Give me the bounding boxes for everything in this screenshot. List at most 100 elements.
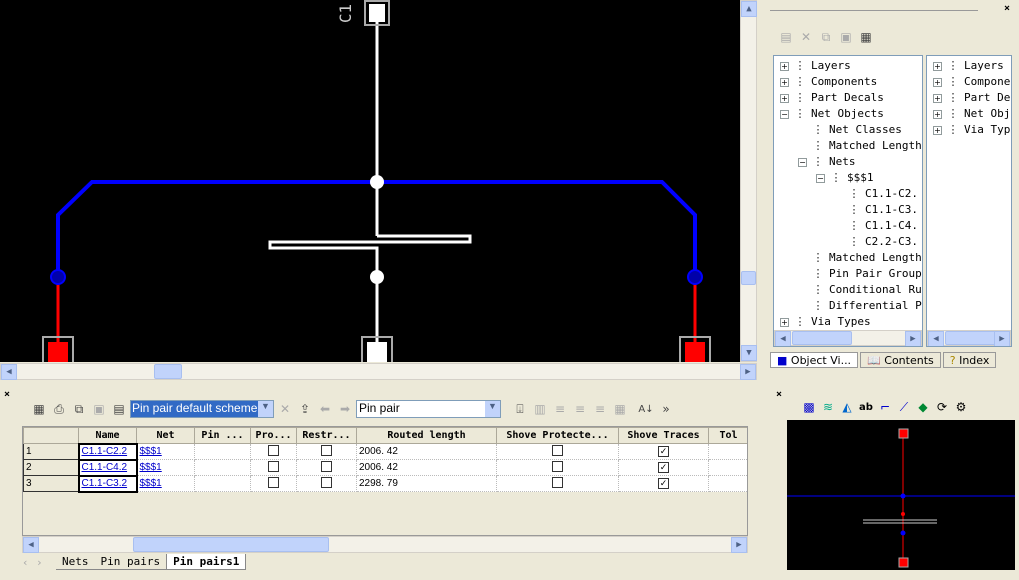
tree-item[interactable]: + ⋮ Net Obj: [933, 106, 1010, 122]
object-tree-secondary[interactable]: + ⋮ Layers + ⋮ Compone + ⋮ Part De + ⋮ Net Obj + ⋮ Via…: [926, 55, 1012, 347]
checkbox[interactable]: [268, 476, 279, 488]
checkbox[interactable]: [321, 476, 332, 488]
sheet-tab-nets[interactable]: Nets: [56, 554, 95, 570]
forward-arrow-icon[interactable]: ➡: [336, 400, 354, 418]
checkbox[interactable]: [552, 444, 563, 456]
tab-index[interactable]: ? Index: [942, 352, 997, 368]
paste-icon[interactable]: ▣: [90, 400, 108, 418]
sort-az-icon[interactable]: A↓: [637, 400, 655, 418]
table-row[interactable]: 2 C1.1-C4.2 $$$1 2006. 42 ✓: [23, 458, 747, 477]
properties-icon[interactable]: ▦: [30, 400, 48, 418]
expand-icon[interactable]: +: [780, 77, 789, 87]
zoom-fit-icon[interactable]: ▩: [800, 398, 818, 416]
expand-icon[interactable]: +: [933, 61, 942, 71]
expand-icon[interactable]: +: [933, 125, 942, 135]
diagonal-route-icon[interactable]: ⟋: [895, 398, 913, 416]
tree-item[interactable]: + ⋮ Via Types: [780, 314, 871, 330]
align-right-icon[interactable]: ≡: [591, 400, 609, 418]
collapse-icon[interactable]: −: [816, 173, 825, 183]
table-icon[interactable]: ▥: [531, 400, 549, 418]
checkbox[interactable]: [268, 444, 279, 456]
tab-scroll-right-icon[interactable]: ›: [36, 556, 56, 569]
spreadsheet-close-icon[interactable]: ×: [4, 389, 10, 400]
tree-item[interactable]: − ⋮ $$$1: [816, 170, 874, 186]
tree-item[interactable]: ⋮ Net Classes: [798, 122, 902, 138]
pin-pair-link[interactable]: C1.1-C3.2: [82, 478, 128, 489]
tree-hscrollbar[interactable]: ◀ ▶: [774, 330, 922, 346]
column-header[interactable]: Shove Protecte...: [496, 427, 619, 444]
object-tree[interactable]: + ⋮ Layers + ⋮ Components + ⋮ Part Decals − ⋮ Net O…: [773, 55, 923, 347]
tree-hscrollbar[interactable]: ◀ ▶: [927, 330, 1011, 346]
tree-item[interactable]: ⋮ C1.1-C3.: [834, 202, 918, 218]
layer-stack-icon[interactable]: ◆: [914, 398, 932, 416]
settings-icon[interactable]: ⚙: [952, 398, 970, 416]
align-center-icon[interactable]: ≡: [571, 400, 589, 418]
properties-icon[interactable]: ▦: [857, 28, 875, 46]
sheet-tab-pin-pairs[interactable]: Pin pairs: [94, 554, 167, 570]
tree-item[interactable]: ⋮ C1.1-C2.: [834, 186, 918, 202]
checkbox[interactable]: ✓: [658, 478, 669, 489]
tree-item[interactable]: − ⋮ Net Objects: [780, 106, 884, 122]
back-arrow-icon[interactable]: ⬅: [316, 400, 334, 418]
checkbox[interactable]: [268, 460, 279, 472]
expand-icon[interactable]: +: [933, 109, 942, 119]
print-icon[interactable]: ⎙: [50, 400, 68, 418]
pcb-canvas[interactable]: C1: [0, 0, 740, 368]
scheme-icon[interactable]: ▤: [110, 400, 128, 418]
copy-icon[interactable]: ⧉: [70, 400, 88, 418]
column-header[interactable]: Shove Traces: [618, 427, 709, 444]
column-header[interactable]: Name: [78, 427, 137, 444]
pin-pair-link[interactable]: C1.1-C2.2: [82, 446, 128, 457]
route-icon[interactable]: ⌐: [876, 398, 894, 416]
filter-icon[interactable]: ⍗: [511, 400, 529, 418]
column-header[interactable]: Pro...: [250, 427, 297, 444]
fill-icon[interactable]: ◭: [838, 398, 856, 416]
table-row[interactable]: 1 C1.1-C2.2 $$$1 2006. 42 ✓: [23, 442, 747, 461]
tree-item[interactable]: + ⋮ Part Decals: [780, 90, 884, 106]
scheme-select[interactable]: Pin pair default scheme ▼: [130, 400, 274, 418]
align-left-icon[interactable]: ≡: [551, 400, 569, 418]
grid-icon[interactable]: ▦: [611, 400, 629, 418]
tree-item[interactable]: + ⋮ Layers: [780, 58, 851, 74]
tab-object-view[interactable]: ■ Object Vi...: [770, 352, 859, 368]
tree-item[interactable]: + ⋮ Via Typ: [933, 122, 1010, 138]
expand-icon[interactable]: +: [933, 77, 942, 87]
tree-item[interactable]: + ⋮ Layers: [933, 58, 1004, 74]
column-header[interactable]: Restr...: [296, 427, 357, 444]
preview-close-icon[interactable]: ×: [776, 389, 782, 400]
paste-icon[interactable]: ▣: [837, 28, 855, 46]
object-type-select[interactable]: Pin pair ▼: [356, 400, 501, 418]
delete-icon[interactable]: ✕: [276, 400, 294, 418]
column-header[interactable]: [23, 427, 79, 444]
more-icon[interactable]: »: [657, 400, 675, 418]
tree-item[interactable]: ⋮ Matched Length: [798, 250, 922, 266]
pin-pair-link[interactable]: C1.1-C4.2: [82, 462, 128, 473]
tab-scroll-left-icon[interactable]: ‹: [22, 556, 36, 569]
table-row[interactable]: 3 C1.1-C3.2 $$$1 2298. 79 ✓: [23, 474, 747, 493]
tree-item[interactable]: + ⋮ Compone: [933, 74, 1010, 90]
tree-item[interactable]: ⋮ Pin Pair Group: [798, 266, 922, 282]
canvas-vscrollbar[interactable]: ▲ ▼: [740, 0, 757, 362]
collapse-icon[interactable]: −: [798, 157, 807, 167]
layers-icon[interactable]: ≋: [819, 398, 837, 416]
preview-canvas[interactable]: [787, 420, 1015, 570]
net-link[interactable]: $$$1: [140, 462, 162, 473]
checkbox[interactable]: ✓: [658, 462, 669, 473]
tree-item[interactable]: − ⋮ Nets: [798, 154, 856, 170]
checkbox[interactable]: [321, 460, 332, 472]
tree-item[interactable]: + ⋮ Part De: [933, 90, 1010, 106]
delete-icon[interactable]: ✕: [797, 28, 815, 46]
collapse-icon[interactable]: −: [780, 109, 789, 119]
new-icon[interactable]: ▤: [777, 28, 795, 46]
tab-contents[interactable]: 📖 Contents: [860, 352, 941, 368]
tree-item[interactable]: ⋮ Matched Length: [798, 138, 922, 154]
tree-item[interactable]: + ⋮ Components: [780, 74, 877, 90]
copy-icon[interactable]: ⧉: [817, 28, 835, 46]
expand-icon[interactable]: +: [933, 93, 942, 103]
tree-item[interactable]: ⋮ C2.2-C3.: [834, 234, 918, 250]
grid-hscrollbar[interactable]: ◀ ▶: [22, 536, 748, 553]
sheet-tab-pin-pairs1[interactable]: Pin pairs1: [166, 554, 247, 570]
net-link[interactable]: $$$1: [140, 478, 162, 489]
checkbox[interactable]: [552, 460, 563, 472]
text-icon[interactable]: ab: [857, 398, 875, 416]
